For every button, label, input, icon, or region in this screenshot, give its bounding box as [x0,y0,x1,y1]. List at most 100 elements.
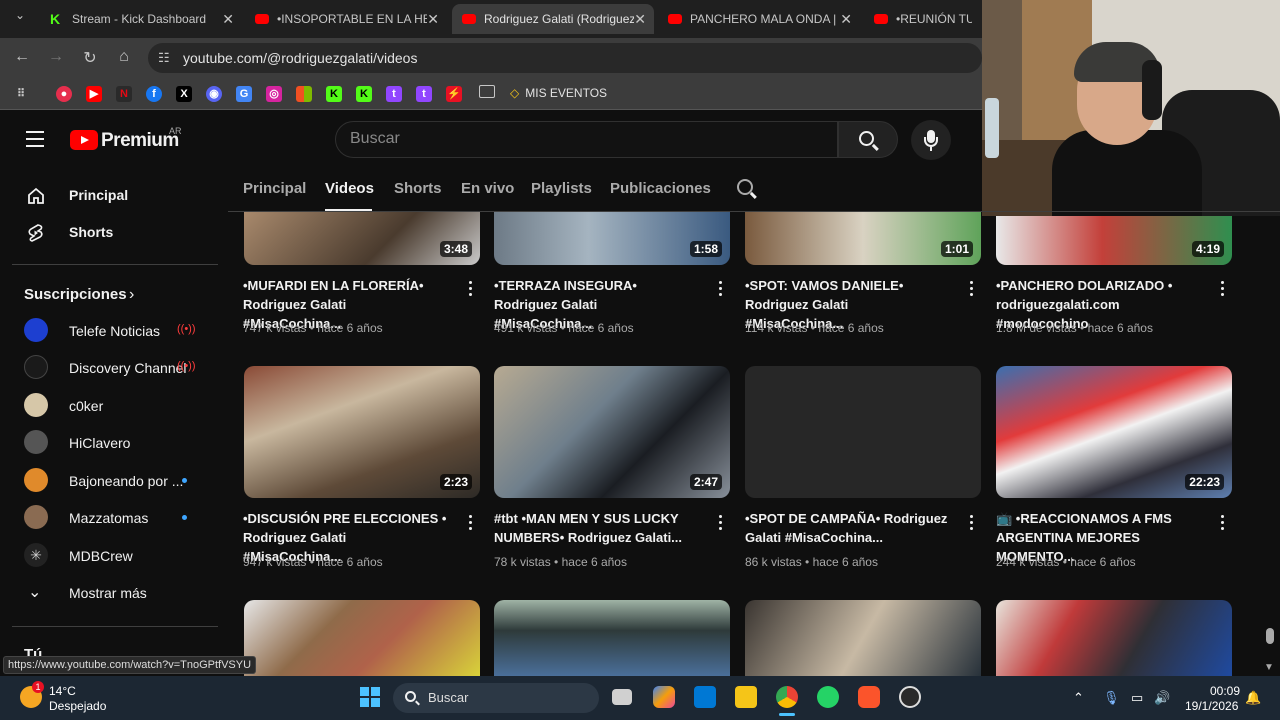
tab-shorts[interactable]: Shorts [394,180,442,197]
close-tab-icon[interactable]: ✕ [222,11,234,28]
whatsapp-icon[interactable] [817,686,839,708]
more-actions-icon[interactable] [719,281,723,299]
clock-time[interactable]: 00:09 [1210,684,1240,698]
subscriptions-title: Suscripciones [24,286,127,303]
network-icon[interactable]: ▭ [1131,690,1143,706]
video-title[interactable]: #tbt •MAN MEN Y SUS LUCKY NUMBERS• Rodri… [494,509,699,547]
subscription-mazzatomas[interactable]: Mazzatomas [0,500,218,536]
tab-videos[interactable]: Videos [325,180,374,197]
video-thumbnail[interactable]: 2:47 [494,366,730,498]
tab-en-vivo[interactable]: En vivo [461,180,514,197]
subscription-discovery-channel[interactable]: Discovery Channel ((•)) [0,350,218,386]
more-actions-icon[interactable] [469,515,473,533]
forward-icon[interactable]: → [46,48,66,66]
more-actions-icon[interactable] [1221,281,1225,299]
video-views: 114 k vistas [745,321,808,335]
subscription-c0ker[interactable]: c0ker [0,388,218,424]
bookmark-lightning-icon[interactable]: ⚡ [446,86,462,102]
bookmark-x-icon[interactable]: X [176,86,192,102]
scrollbar-thumb[interactable] [1266,628,1274,644]
subscription-mdbcrew[interactable]: ✳ MDBCrew [0,538,218,574]
tab-playlists[interactable]: Playlists [531,180,592,197]
video-thumbnail[interactable] [494,600,730,676]
copilot-icon[interactable] [653,686,675,708]
task-view-icon[interactable] [612,689,632,705]
more-actions-icon[interactable] [469,281,473,299]
browser-tab-panchero[interactable]: PANCHERO MALA ONDA | R ✕ [658,4,860,34]
bookmark-kick-icon[interactable]: K [326,86,342,102]
close-tab-icon[interactable]: ✕ [634,11,646,28]
browser-tab-kick[interactable]: K Stream - Kick Dashboard ✕ [40,4,242,34]
taskbar-search[interactable]: Buscar [393,683,599,713]
notifications-icon[interactable]: 🔔 [1245,690,1261,706]
bookmark-facebook-icon[interactable]: f [146,86,162,102]
channel-search-icon[interactable] [737,179,753,195]
video-thumbnail[interactable]: 22:23 [996,366,1232,498]
site-info-icon[interactable]: ☷ [158,50,170,66]
microsoft-store-icon[interactable] [694,686,716,708]
more-actions-icon[interactable] [970,281,974,299]
scroll-down-arrow-icon[interactable]: ▼ [1264,662,1274,673]
obs-icon[interactable] [899,686,921,708]
browser-tab-reunion[interactable]: •REUNIÓN TURBIA [864,4,982,34]
volume-icon[interactable]: 🔊 [1154,690,1170,706]
video-thumbnail[interactable]: 2:23 [244,366,480,498]
video-thumbnail[interactable]: 1:58 [494,212,730,265]
bookmark-kick-icon[interactable]: K [356,86,372,102]
back-icon[interactable]: ← [12,48,32,66]
search-input[interactable] [350,130,820,148]
clock-date[interactable]: 19/1/2026 [1185,699,1238,713]
subscription-bajoneando[interactable]: Bajoneando por ... [0,463,218,499]
search-button[interactable] [838,121,898,158]
bookmark-instagram-icon[interactable]: ◎ [266,86,282,102]
tab-publicaciones[interactable]: Publicaciones [610,180,711,197]
sidebar-item-principal[interactable]: Principal [0,177,218,213]
youtube-brand[interactable]: Premium [101,130,179,152]
close-tab-icon[interactable]: ✕ [427,11,439,28]
video-title[interactable]: •SPOT DE CAMPAÑA• Rodriguez Galati #Misa… [745,509,950,547]
video-thumbnail[interactable]: 4:19 [996,216,1232,265]
bookmark-twitch-icon[interactable]: t [386,86,402,102]
video-thumbnail[interactable] [244,600,480,676]
video-thumbnail[interactable]: 3:48 [244,212,480,265]
video-thumbnail-placeholder[interactable] [745,366,981,498]
reload-icon[interactable]: ↻ [80,48,100,68]
address-bar[interactable]: ☷ youtube.com/@rodriguezgalati/videos [148,43,982,73]
video-thumbnail[interactable] [745,600,981,676]
browser-tab-heladeria[interactable]: •INSOPORTABLE EN LA HELADERÍA• ✕ [245,4,447,34]
close-tab-icon[interactable]: ✕ [840,11,852,28]
microphone-icon[interactable]: 🎙 [1103,690,1120,706]
subscription-hiclavero[interactable]: HiClavero [0,425,218,461]
bookmark-microsoft-icon[interactable] [296,86,312,102]
bookmark-translate-icon[interactable]: G [236,86,252,102]
more-actions-icon[interactable] [719,515,723,533]
youtube-logo-icon[interactable] [70,130,98,150]
bookmark-mis-eventos[interactable]: ◇ MIS EVENTOS [510,86,607,100]
apps-grid-icon[interactable]: ⠿ [13,86,29,102]
bookmark-youtube-icon[interactable]: ● [56,86,72,102]
sidebar-item-shorts[interactable]: Shorts [0,214,218,250]
more-actions-icon[interactable] [970,515,974,533]
home-icon[interactable]: ⌂ [114,48,134,66]
tab-principal[interactable]: Principal [243,180,306,197]
windows-start-icon[interactable] [360,687,380,707]
bookmark-folder-icon[interactable] [479,85,495,98]
search-box[interactable] [335,121,838,158]
file-explorer-icon[interactable] [735,686,757,708]
browser-tab-rodriguez-galati[interactable]: Rodriguez Galati (Rodriguez Galati) ✕ [452,4,654,34]
bookmark-netflix-icon[interactable]: N [116,86,132,102]
more-actions-icon[interactable] [1221,515,1225,533]
chrome-icon[interactable] [776,686,798,708]
tab-search-dropdown-icon[interactable]: ⌄ [10,8,30,22]
brave-icon[interactable] [858,686,880,708]
bookmark-discord-icon[interactable]: ◉ [206,86,222,102]
show-more-button[interactable]: ⌄ Mostrar más [0,575,218,611]
bookmark-youtube-icon[interactable]: ▶ [86,86,102,102]
voice-search-button[interactable] [911,120,951,160]
video-thumbnail[interactable] [996,600,1232,676]
video-thumbnail[interactable]: 1:01 [745,212,981,265]
subscription-telefe-noticias[interactable]: Telefe Noticias ((•)) [0,313,218,349]
bookmark-twitch-icon[interactable]: t [416,86,432,102]
show-hidden-icons-icon[interactable]: ⌃ [1073,690,1084,706]
guide-menu-icon[interactable] [26,131,44,147]
